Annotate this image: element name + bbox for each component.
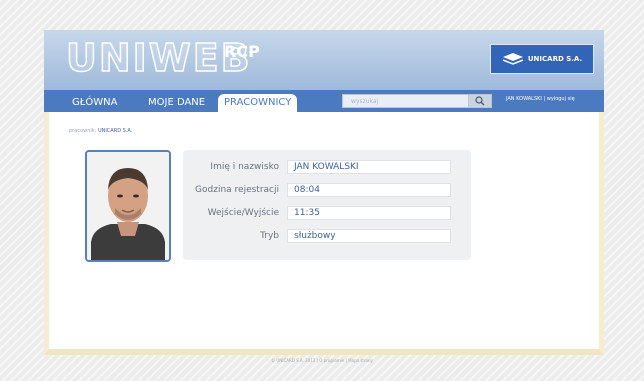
app-logo-suffix: RCP xyxy=(224,42,260,61)
tab-glowna[interactable]: GŁÓWNA xyxy=(66,94,123,112)
tab-moje-dane[interactable]: MOJE DANE xyxy=(142,94,211,112)
field-value-registration-time: 08:04 xyxy=(287,183,451,197)
field-label-entry-exit: Wejście/Wyjście xyxy=(207,208,279,218)
employee-details-card: Imię i nazwisko JAN KOWALSKI Godzina rej… xyxy=(183,150,471,260)
field-value-name: JAN KOWALSKI xyxy=(287,160,451,174)
user-area: JAN KOWALSKI | wyloguj się xyxy=(506,96,575,102)
field-label-registration-time: Godzina rejestracji xyxy=(195,185,279,195)
field-value-entry-exit: 11:35 xyxy=(287,206,451,220)
unicard-logo-icon xyxy=(502,53,524,65)
employee-photo xyxy=(85,150,171,262)
tab-pracownicy[interactable]: PRACOWNICY xyxy=(218,94,298,112)
logout-link[interactable]: wyloguj się xyxy=(547,96,575,102)
field-value-mode: służbowy xyxy=(287,229,451,243)
main-panel: pracownik: UNICARD S.A. Imię i nazwisko … xyxy=(44,112,604,355)
footer: © UNICARD S.A. 2013 | O programie | Mapa… xyxy=(271,358,373,363)
app-frame: UNIWEB RCP UNICARD S.A. GŁÓWNA MOJE DANE… xyxy=(44,30,604,355)
brand-name: UNICARD S.A. xyxy=(527,55,583,63)
brand-logo[interactable]: UNICARD S.A. xyxy=(490,44,594,74)
header-banner: UNIWEB RCP UNICARD S.A. xyxy=(44,30,604,90)
breadcrumb: pracownik: UNICARD S.A. xyxy=(69,128,132,134)
search-icon xyxy=(475,96,485,106)
person-photo-icon xyxy=(87,152,169,260)
field-label-name: Imię i nazwisko xyxy=(210,162,279,172)
breadcrumb-prefix: pracownik: xyxy=(69,128,97,134)
breadcrumb-company[interactable]: UNICARD S.A. xyxy=(98,128,132,134)
nav-bar: GŁÓWNA MOJE DANE PRACOWNICY wyszukaj JAN… xyxy=(44,90,604,112)
user-name[interactable]: JAN KOWALSKI xyxy=(506,96,542,102)
search-button[interactable] xyxy=(468,94,492,108)
field-label-mode: Tryb xyxy=(260,231,279,241)
